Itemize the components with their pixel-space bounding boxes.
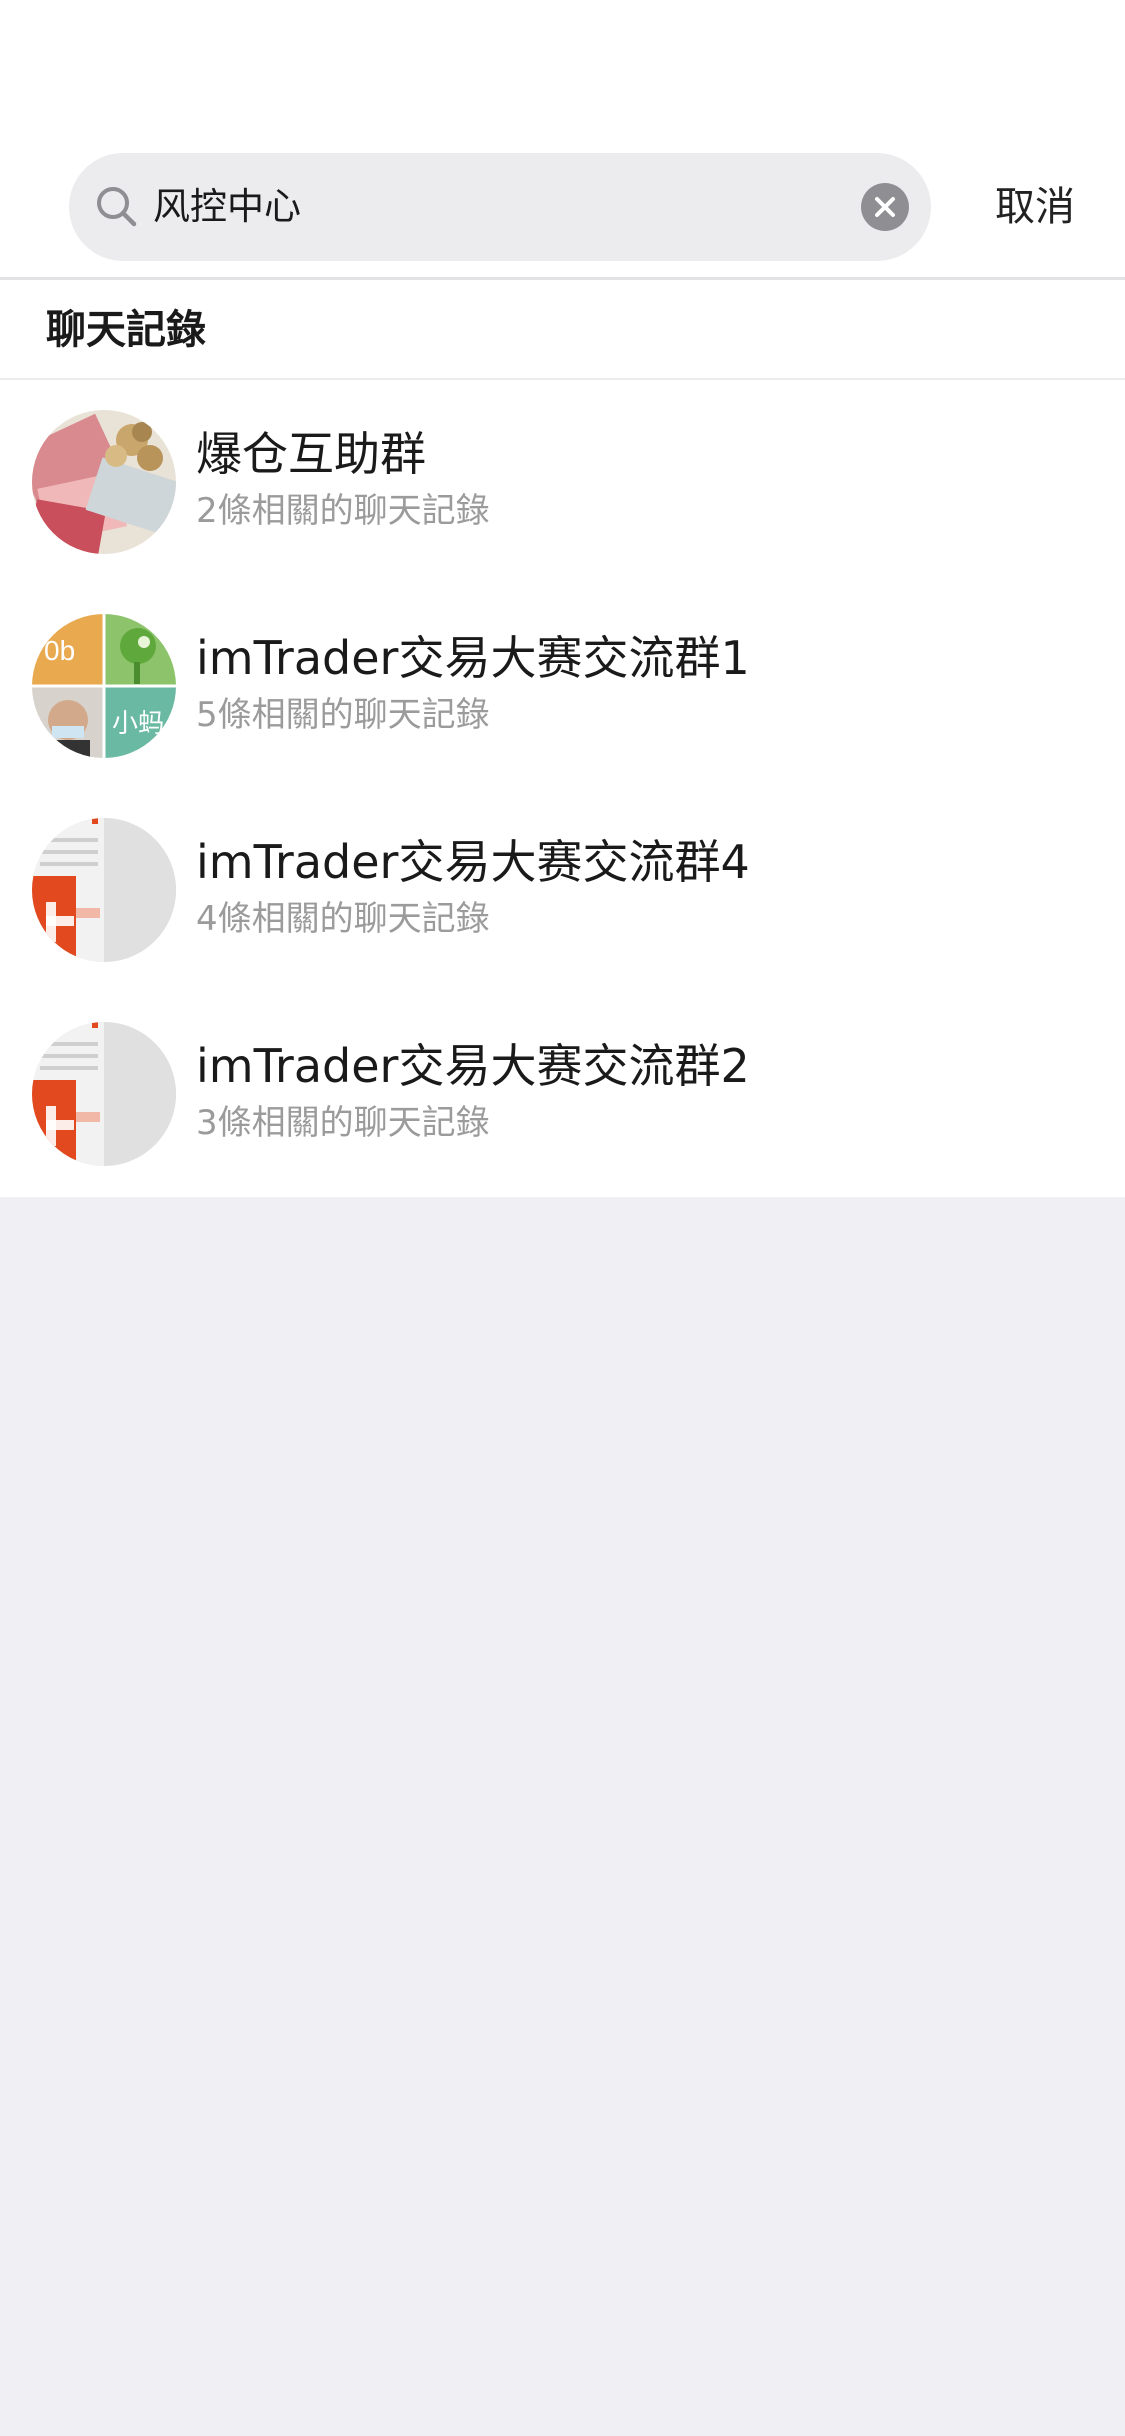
search-query: 风控中心	[153, 185, 301, 228]
chat-result-row[interactable]: imTrader交易大赛交流群4 4條相關的聊天記錄	[0, 788, 1125, 992]
chat-title: imTrader交易大赛交流群4	[196, 835, 750, 889]
cancel-button[interactable]: 取消	[975, 153, 1095, 261]
chat-title: imTrader交易大赛交流群2	[196, 1039, 750, 1093]
chat-match-count: 3條相關的聊天記錄	[196, 1103, 490, 1143]
group-avatar: 0b 小蚂	[32, 614, 176, 758]
group-avatar	[32, 1022, 176, 1166]
avatar-tile-text: 0b	[44, 635, 75, 666]
chat-title: 爆仓互助群	[196, 427, 426, 481]
chat-match-count: 2條相關的聊天記錄	[196, 491, 490, 531]
section-header: 聊天記錄	[0, 283, 1125, 380]
search-bar: 风控中心 取消	[0, 0, 1125, 280]
chat-result-row[interactable]: imTrader交易大赛交流群2 3條相關的聊天記錄	[0, 992, 1125, 1196]
search-icon	[89, 179, 145, 235]
group-avatar	[32, 818, 176, 962]
search-input[interactable]: 风控中心	[69, 153, 931, 261]
group-avatar	[32, 410, 176, 554]
chat-match-count: 5條相關的聊天記錄	[196, 695, 490, 735]
clear-icon[interactable]	[860, 182, 910, 232]
chat-result-row[interactable]: 爆仓互助群 2條相關的聊天記錄	[0, 380, 1125, 584]
avatar-tile-text: 小蚂	[112, 709, 164, 739]
chat-result-row[interactable]: 0b 小蚂 imTrader交易大赛交流群1 5條相關的聊天記錄	[0, 584, 1125, 788]
section-title: 聊天記錄	[46, 307, 206, 353]
chat-title: imTrader交易大赛交流群1	[196, 631, 750, 685]
chat-match-count: 4條相關的聊天記錄	[196, 899, 490, 939]
